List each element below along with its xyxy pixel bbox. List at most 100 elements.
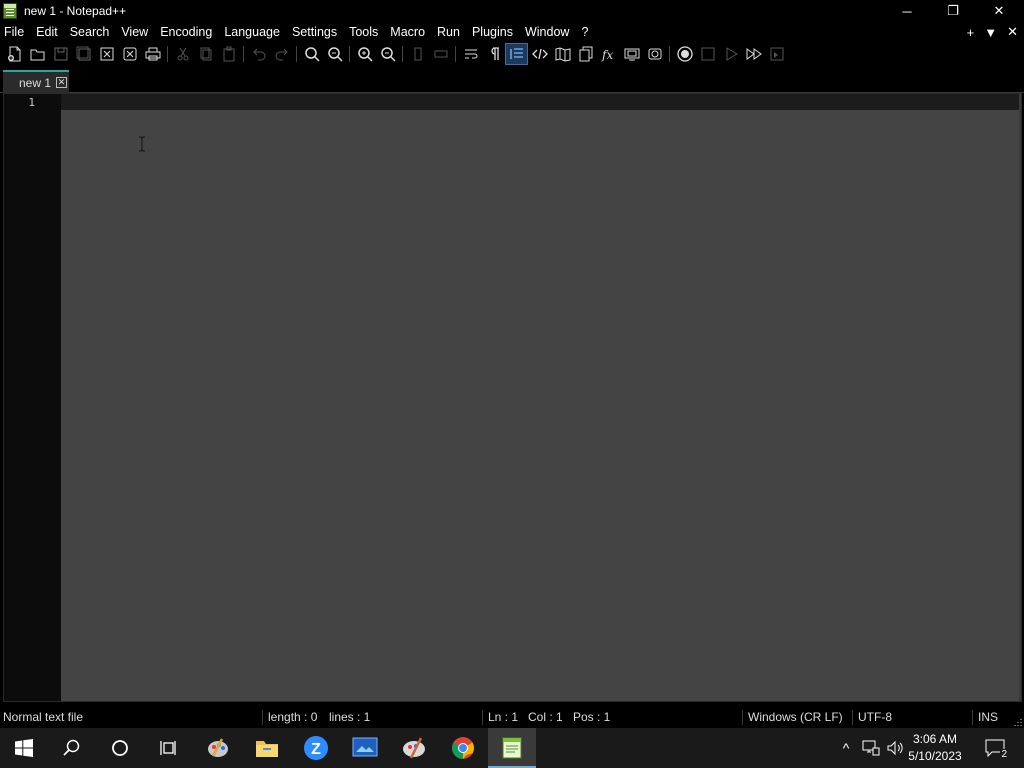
clock-date: 5/10/2023 (908, 749, 962, 763)
svg-text:Z: Z (311, 741, 321, 758)
playback-macro-icon[interactable] (719, 43, 742, 65)
toolbar-separator (296, 46, 297, 62)
svg-text:fx: fx (601, 48, 613, 62)
file-explorer-icon[interactable] (243, 728, 291, 768)
tab-bar: new 1 ✕ (0, 66, 1024, 93)
word-wrap-icon[interactable] (459, 43, 482, 65)
zoom-in-icon[interactable] (353, 43, 376, 65)
status-column: Col : 1 (528, 710, 563, 724)
folder-as-workspace-icon[interactable] (620, 43, 643, 65)
add-tab-button[interactable]: + (967, 25, 975, 40)
menu-window[interactable]: Window (519, 22, 575, 42)
chrome-icon[interactable] (439, 728, 487, 768)
windows-taskbar: Z ^ 3:06 AM 5/10/2023 2 (0, 728, 1024, 768)
sync-horizontal-icon[interactable] (429, 43, 452, 65)
status-line-number: Ln : 1 (488, 710, 519, 724)
show-all-characters-icon[interactable] (482, 43, 505, 65)
menubar-right-controls: + ▼ ✕ (967, 22, 1024, 42)
tab-new-1[interactable]: new 1 ✕ (3, 70, 69, 93)
restore-button[interactable]: ❐ (930, 0, 976, 22)
notepad-plus-plus-icon[interactable] (488, 728, 536, 768)
line-number-gutter: 1 (4, 94, 61, 701)
cortana-icon[interactable] (96, 728, 144, 768)
menu-help[interactable]: ? (575, 22, 594, 42)
monitoring-icon[interactable] (643, 43, 666, 65)
taskbar-clock[interactable]: 3:06 AM 5/10/2023 (904, 731, 966, 765)
toolbar-separator (349, 46, 350, 62)
xml-tag-icon[interactable] (528, 43, 551, 65)
sync-vertical-icon[interactable] (406, 43, 429, 65)
menu-language[interactable]: Language (218, 22, 286, 42)
replace-icon[interactable] (323, 43, 346, 65)
menu-plugins[interactable]: Plugins (466, 22, 519, 42)
status-insert-mode[interactable]: INS (978, 707, 998, 728)
save-icon[interactable] (49, 43, 72, 65)
minimize-button[interactable]: ─ (884, 0, 930, 22)
save-macro-icon[interactable] (765, 43, 788, 65)
status-divider (972, 710, 973, 725)
copy-icon[interactable] (194, 43, 217, 65)
status-lines: lines : 1 (329, 710, 371, 724)
windows-start-icon[interactable] (0, 728, 48, 768)
open-file-icon[interactable] (26, 43, 49, 65)
close-icon[interactable] (95, 43, 118, 65)
find-icon[interactable] (300, 43, 323, 65)
toolbar: fx (0, 42, 1024, 66)
redo-icon[interactable] (270, 43, 293, 65)
status-eol-format[interactable]: Windows (CR LF) (748, 707, 843, 728)
indent-guide-icon[interactable] (505, 43, 528, 65)
zoom-out-icon[interactable] (376, 43, 399, 65)
run-macro-multiple-icon[interactable] (742, 43, 765, 65)
network-icon[interactable] (860, 728, 882, 768)
close-document-button[interactable]: ✕ (1007, 24, 1018, 40)
title-bar: new 1 - Notepad++ ─ ❐ ✕ (0, 0, 1024, 22)
record-macro-icon[interactable] (673, 43, 696, 65)
print-icon[interactable] (141, 43, 164, 65)
current-line-highlight (61, 94, 1021, 110)
notepad-plus-plus-icon (3, 3, 17, 19)
status-divider (852, 710, 853, 725)
editor-area[interactable]: 1 (3, 93, 1022, 702)
menu-settings[interactable]: Settings (286, 22, 343, 42)
show-hidden-icons-button[interactable]: ^ (836, 728, 856, 768)
notification-center-icon[interactable]: 2 (980, 728, 1010, 768)
zoom-app-icon[interactable]: Z (292, 728, 340, 768)
undo-icon[interactable] (247, 43, 270, 65)
volume-icon[interactable] (884, 728, 906, 768)
search-icon[interactable] (48, 728, 96, 768)
menu-view[interactable]: View (115, 22, 154, 42)
function-list-icon[interactable]: fx (597, 43, 620, 65)
menu-search[interactable]: Search (64, 22, 116, 42)
paint-app-icon[interactable] (194, 728, 242, 768)
cut-icon[interactable] (171, 43, 194, 65)
new-file-icon[interactable] (3, 43, 26, 65)
stop-recording-icon[interactable] (696, 43, 719, 65)
tab-list-dropdown-button[interactable]: ▼ (984, 25, 997, 40)
menu-file[interactable]: File (0, 22, 30, 42)
close-tab-icon[interactable]: ✕ (56, 77, 68, 88)
toolbar-separator (669, 46, 670, 62)
status-encoding[interactable]: UTF-8 (858, 707, 892, 728)
document-map-icon[interactable] (551, 43, 574, 65)
menu-bar: File Edit Search View Encoding Language … (0, 22, 1024, 42)
menu-encoding[interactable]: Encoding (154, 22, 218, 42)
menu-macro[interactable]: Macro (384, 22, 431, 42)
toolbar-separator (402, 46, 403, 62)
status-position: Pos : 1 (573, 710, 611, 724)
resize-grip-icon[interactable] (1012, 716, 1022, 726)
menu-run[interactable]: Run (431, 22, 466, 42)
text-editing-area[interactable] (61, 110, 1021, 701)
menu-tools[interactable]: Tools (343, 22, 384, 42)
notification-count-badge: 2 (1000, 749, 1008, 760)
screen-app-icon[interactable] (341, 728, 389, 768)
close-window-button[interactable]: ✕ (976, 0, 1022, 22)
document-list-icon[interactable] (574, 43, 597, 65)
menu-edit[interactable]: Edit (30, 22, 64, 42)
tool-app-icon[interactable] (390, 728, 438, 768)
save-all-icon[interactable] (72, 43, 95, 65)
ibeam-cursor-icon (139, 136, 145, 152)
close-all-icon[interactable] (118, 43, 141, 65)
task-view-icon[interactable] (144, 728, 192, 768)
paste-icon[interactable] (217, 43, 240, 65)
status-file-type: Normal text file (3, 710, 84, 724)
